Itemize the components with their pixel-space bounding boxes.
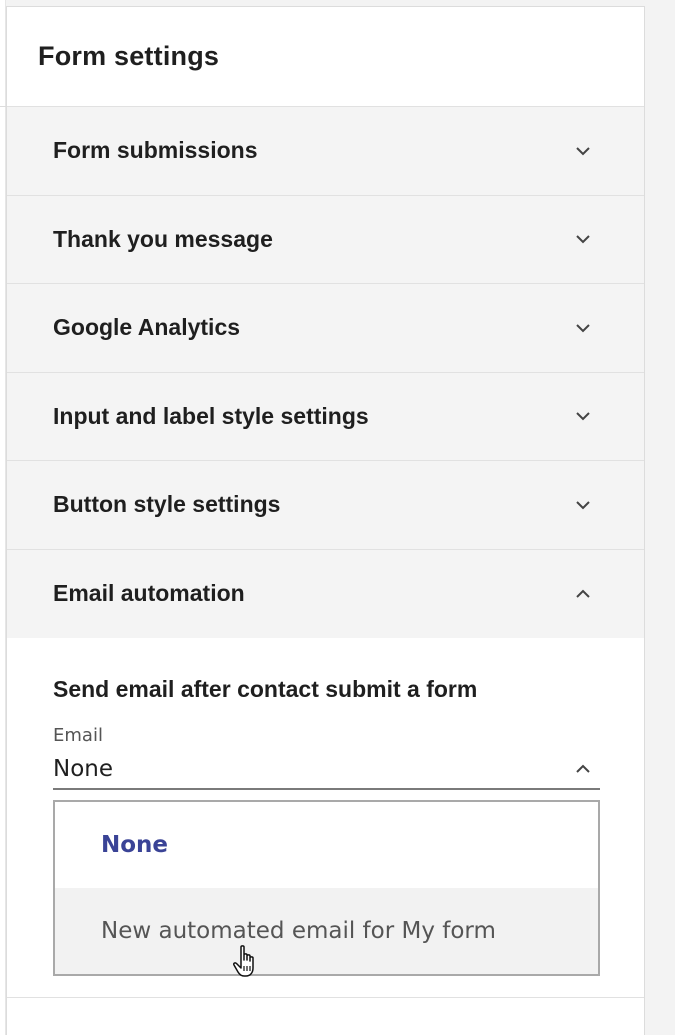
chevron-down-icon <box>574 142 592 160</box>
chevron-down-icon <box>574 496 592 514</box>
email-dropdown-menu: None New automated email for My form <box>53 800 600 976</box>
section-label: Email automation <box>53 580 245 607</box>
section-form-submissions[interactable]: Form submissions <box>7 107 644 196</box>
chevron-up-icon <box>574 585 592 603</box>
section-google-analytics[interactable]: Google Analytics <box>7 284 644 373</box>
panel-title: Form settings <box>38 41 220 71</box>
email-automation-content: Send email after contact submit a form E… <box>7 638 644 976</box>
chevron-up-icon <box>574 760 592 778</box>
email-field-label: Email <box>53 725 103 746</box>
section-thank-you-message[interactable]: Thank you message <box>7 195 644 284</box>
form-settings-panel: Form settings Form submissions Thank you… <box>6 6 645 1035</box>
section-label: Thank you message <box>53 225 273 252</box>
section-label: Google Analytics <box>53 314 241 341</box>
section-email-automation[interactable]: Email automation <box>7 549 644 638</box>
section-label: Button style settings <box>53 491 281 518</box>
panel-header: Form settings <box>7 7 644 107</box>
dropdown-option-new-automated-email[interactable]: New automated email for My form <box>55 888 598 974</box>
divider <box>7 997 644 998</box>
section-input-label-style[interactable]: Input and label style settings <box>7 372 644 461</box>
email-select[interactable]: None <box>53 750 600 790</box>
chevron-down-icon <box>574 407 592 425</box>
dropdown-option-none[interactable]: None <box>55 802 598 888</box>
email-automation-heading: Send email after contact submit a form <box>53 676 478 702</box>
chevron-down-icon <box>574 319 592 337</box>
email-select-value: None <box>53 756 114 782</box>
section-label: Form submissions <box>53 137 258 164</box>
section-button-style[interactable]: Button style settings <box>7 461 644 550</box>
section-label: Input and label style settings <box>53 402 369 429</box>
chevron-down-icon <box>574 230 592 248</box>
